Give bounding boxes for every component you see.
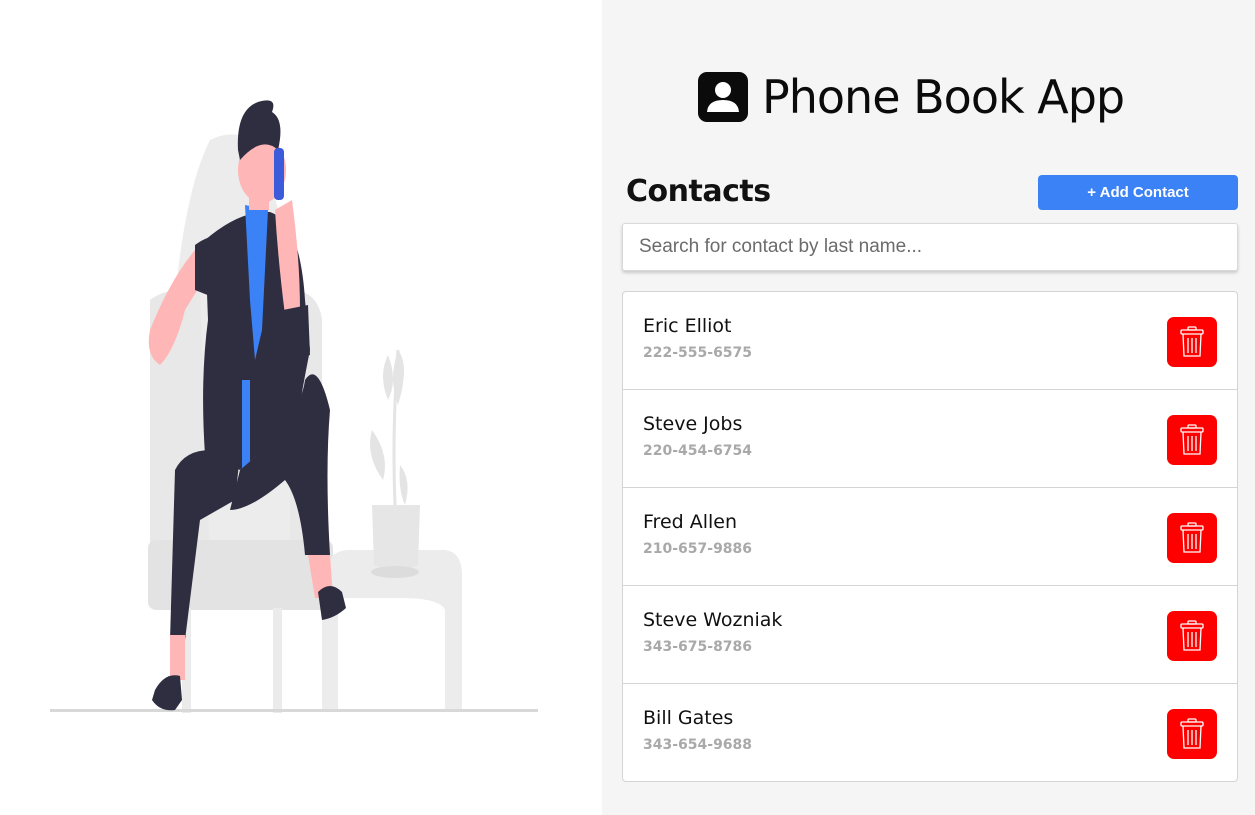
contact-row: Eric Elliot 222-555-6575 (623, 292, 1237, 390)
contact-name: Bill Gates (643, 707, 734, 729)
contact-card-icon (698, 72, 748, 122)
delete-contact-button[interactable] (1167, 611, 1217, 661)
contact-name: Steve Jobs (643, 413, 743, 435)
contacts-list: Eric Elliot 222-555-6575 Steve Jobs 220-… (622, 291, 1238, 782)
app-title: Phone Book App (762, 70, 1125, 124)
contact-phone: 222-555-6575 (643, 345, 753, 361)
illustration-panel (0, 0, 602, 815)
delete-contact-button[interactable] (1167, 513, 1217, 563)
contacts-heading: Contacts (626, 174, 771, 209)
page: Phone Book App Contacts + Add Contact Er… (0, 0, 1255, 815)
search-input[interactable] (622, 223, 1238, 271)
contact-phone: 343-675-8786 (643, 639, 753, 655)
contact-row: Fred Allen 210-657-9886 (623, 488, 1237, 586)
trash-icon (1180, 522, 1204, 553)
trash-icon (1180, 424, 1204, 455)
contact-name: Eric Elliot (643, 315, 732, 337)
trash-icon (1180, 718, 1204, 749)
contact-name: Fred Allen (643, 511, 738, 533)
phone-book-panel: Phone Book App Contacts + Add Contact Er… (602, 0, 1255, 815)
trash-icon (1180, 326, 1204, 357)
contact-phone: 210-657-9886 (643, 541, 753, 557)
contact-phone: 343-654-9688 (643, 737, 753, 753)
person-on-phone-illustration (50, 100, 538, 713)
contact-row: Steve Jobs 220-454-6754 (623, 390, 1237, 488)
contact-row: Steve Wozniak 343-675-8786 (623, 586, 1237, 684)
contact-row: Bill Gates 343-654-9688 (623, 684, 1237, 782)
delete-contact-button[interactable] (1167, 415, 1217, 465)
trash-icon (1180, 620, 1204, 651)
contact-phone: 220-454-6754 (643, 443, 753, 459)
add-contact-button[interactable]: + Add Contact (1038, 175, 1238, 210)
delete-contact-button[interactable] (1167, 709, 1217, 759)
delete-contact-button[interactable] (1167, 317, 1217, 367)
contact-name: Steve Wozniak (643, 609, 783, 631)
app-header: Phone Book App (698, 66, 1125, 128)
